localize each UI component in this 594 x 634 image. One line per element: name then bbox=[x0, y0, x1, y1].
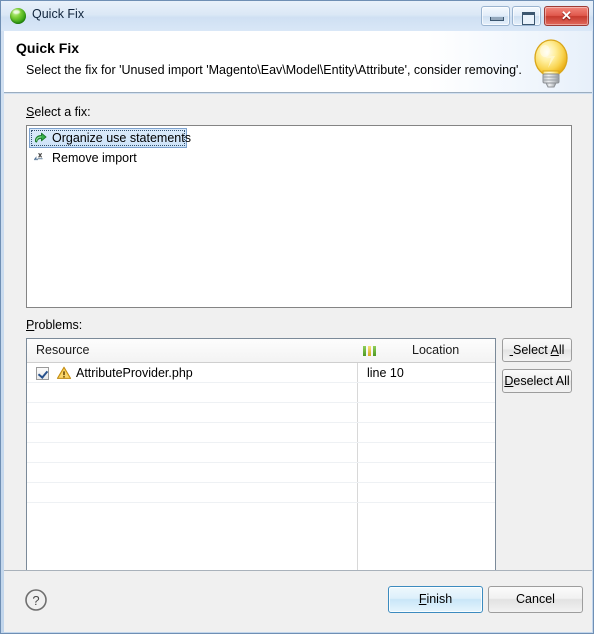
table-row-empty bbox=[27, 383, 495, 403]
list-item[interactable]: Organize use statements bbox=[29, 128, 191, 148]
cell-location: line 10 bbox=[367, 366, 404, 380]
column-header-resource[interactable]: Resource bbox=[36, 343, 90, 357]
column-header-location[interactable]: Location bbox=[412, 343, 459, 357]
window-title: Quick Fix bbox=[32, 7, 85, 21]
table-header-row: Resource Location bbox=[27, 339, 495, 363]
dialog-body: Select a fix: Organize use statements Re… bbox=[4, 94, 592, 598]
cancel-label: Cancel bbox=[516, 592, 555, 606]
severity-bars-icon bbox=[363, 346, 379, 356]
minimize-icon bbox=[490, 17, 504, 21]
page-title: Quick Fix bbox=[16, 40, 80, 56]
select-all-button[interactable]: Select All bbox=[502, 338, 572, 362]
table-row-empty bbox=[27, 403, 495, 423]
resource-name: AttributeProvider.php bbox=[76, 366, 193, 380]
dialog-footer: ? Finish Cancel bbox=[4, 570, 592, 632]
finish-button[interactable]: Finish bbox=[388, 586, 483, 613]
dialog-header: Quick Fix Select the fix for 'Unused imp… bbox=[4, 31, 592, 93]
table-row-empty bbox=[27, 483, 495, 503]
list-item-label: Organize use statements bbox=[52, 131, 191, 145]
cell-resource: AttributeProvider.php bbox=[36, 365, 193, 381]
maximize-button[interactable] bbox=[512, 6, 541, 26]
row-checkbox[interactable] bbox=[36, 366, 49, 380]
organize-imports-icon bbox=[32, 130, 48, 146]
problems-table[interactable]: Resource Location AttributeProvider.php … bbox=[26, 338, 496, 598]
select-a-fix-label: Select a fix: bbox=[26, 105, 91, 119]
quick-fix-dialog: Quick Fix ✕ Quick Fix Select the fix for… bbox=[0, 0, 594, 634]
title-bar[interactable]: Quick Fix ✕ bbox=[1, 1, 593, 31]
deselect-all-button[interactable]: Deselect All bbox=[502, 369, 572, 393]
remove-import-icon bbox=[32, 150, 48, 166]
maximize-icon bbox=[522, 12, 535, 25]
minimize-button[interactable] bbox=[481, 6, 510, 26]
warning-icon bbox=[56, 365, 72, 381]
cancel-button[interactable]: Cancel bbox=[488, 586, 583, 613]
list-item[interactable]: Remove import bbox=[27, 148, 571, 168]
page-description: Select the fix for 'Unused import 'Magen… bbox=[26, 63, 522, 77]
help-icon[interactable]: ? bbox=[24, 588, 48, 612]
table-row[interactable]: AttributeProvider.php line 10 bbox=[27, 363, 495, 383]
svg-text:?: ? bbox=[32, 593, 39, 608]
green-sphere-icon bbox=[10, 8, 26, 24]
select-all-label: Select All bbox=[513, 343, 565, 357]
list-item-label: Remove import bbox=[52, 151, 137, 165]
lightbulb-icon bbox=[522, 34, 580, 92]
fix-list[interactable]: Organize use statements Remove import bbox=[26, 125, 572, 308]
problems-label: Problems: bbox=[26, 318, 83, 332]
finish-label: Finish bbox=[418, 592, 453, 606]
close-button[interactable]: ✕ bbox=[544, 6, 589, 26]
deselect-all-label: Deselect All bbox=[504, 374, 570, 388]
table-row-empty bbox=[27, 443, 495, 463]
table-row-empty bbox=[27, 423, 495, 443]
close-icon: ✕ bbox=[561, 8, 572, 23]
table-row-empty bbox=[27, 463, 495, 483]
